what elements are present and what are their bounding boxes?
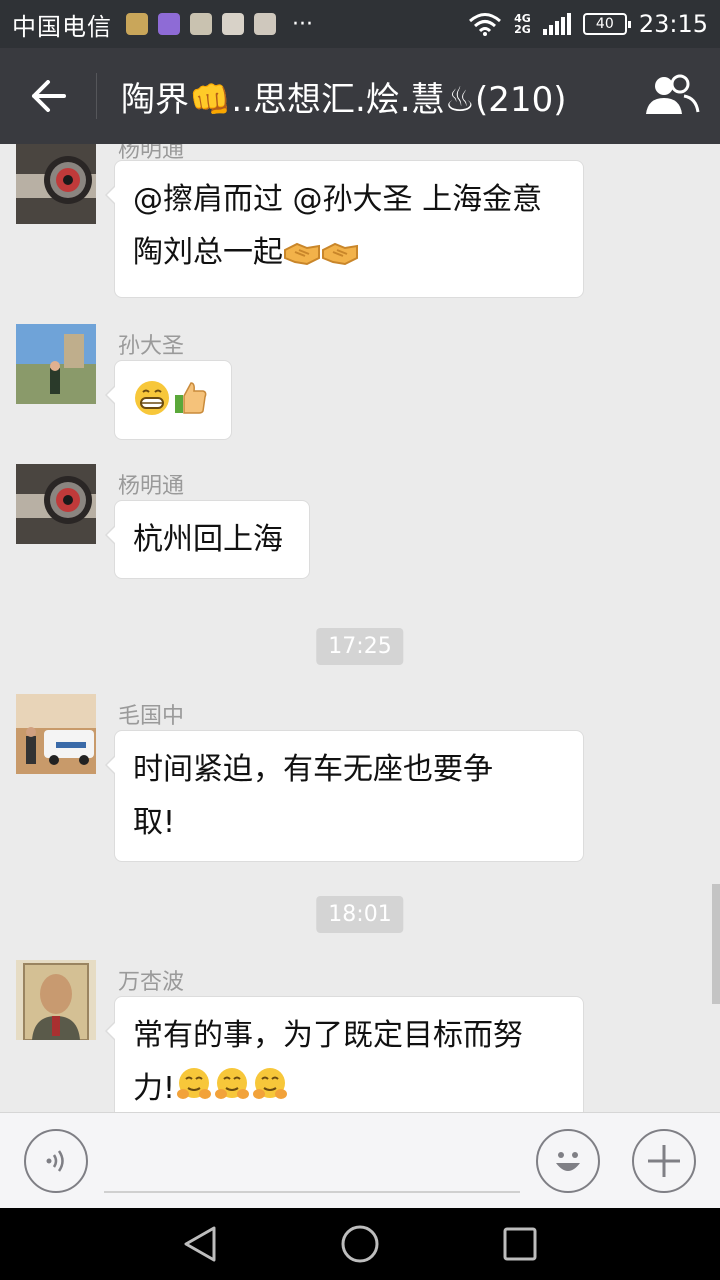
- circle-home-icon: [341, 1225, 379, 1263]
- car-avatar-image: [16, 694, 96, 774]
- watch-avatar-image: [16, 144, 96, 224]
- message-text: 陶刘总一起: [133, 235, 283, 270]
- battery-level: 40: [595, 16, 614, 32]
- more-notifications-icon: ···: [292, 11, 313, 37]
- timestamp-divider: 18:01: [316, 896, 404, 933]
- hug-emoji-icon: [175, 1066, 213, 1112]
- message-bubble[interactable]: 常有的事，为了既定目标而努 力!: [105, 996, 584, 1112]
- group-members-icon: [646, 74, 700, 114]
- avatar[interactable]: [16, 324, 96, 404]
- status-bar: 中国电信 ··· 4G 2G 40 23:15: [0, 0, 720, 48]
- message-text: 时间紧迫，有车无座也要争: [133, 752, 493, 787]
- voice-icon: [46, 1150, 64, 1172]
- message-text: 杭州回上海: [133, 522, 283, 557]
- sender-name: 万杏波: [118, 970, 185, 995]
- message-text: 力!: [133, 1071, 176, 1106]
- message-bubble[interactable]: [105, 360, 232, 440]
- huawei-notification-icon: [190, 13, 212, 35]
- avatar[interactable]: [16, 464, 96, 544]
- group-chat-title: 陶界👊..思想汇.烩.慧♨(210): [121, 79, 567, 120]
- system-navigation-bar: [0, 1208, 720, 1280]
- message-text: 取!: [133, 805, 176, 840]
- nav-home-button[interactable]: [340, 1224, 380, 1264]
- message-text: 常有的事，为了既定目标而努: [133, 1018, 523, 1053]
- chat-header: 陶界👊..思想汇.烩.慧♨(210): [0, 48, 720, 144]
- wifi-icon: [469, 13, 502, 36]
- nav-recent-button[interactable]: [500, 1224, 540, 1264]
- camera-notification-icon: [254, 13, 276, 35]
- avatar[interactable]: [16, 144, 96, 224]
- sender-name: 杨明通: [118, 474, 185, 499]
- more-functions-button[interactable]: [632, 1129, 696, 1193]
- hug-emoji-icon: [251, 1066, 289, 1112]
- nav-back-button[interactable]: [180, 1224, 220, 1264]
- network-type: 4G 2G: [514, 12, 531, 36]
- message-bubble[interactable]: 时间紧迫，有车无座也要争 取!: [105, 730, 584, 862]
- group-members-button[interactable]: [624, 48, 720, 144]
- gallery-notification-icon: [158, 13, 180, 35]
- square-recent-icon: [503, 1227, 537, 1261]
- hug-emoji-icon: [213, 1066, 251, 1112]
- app-notification-icon: [126, 13, 148, 35]
- grin-emoji-icon: [133, 379, 171, 434]
- signal-icon: [542, 13, 571, 35]
- back-button[interactable]: [0, 48, 96, 144]
- outdoor-avatar-image: [16, 324, 96, 404]
- status-time: 23:15: [638, 10, 708, 38]
- portrait-avatar-image: [16, 960, 96, 1040]
- battery-icon: 40: [582, 13, 631, 35]
- notification-icons: ···: [126, 12, 313, 37]
- watch-avatar-image: [16, 464, 96, 544]
- message-text-input[interactable]: [104, 1135, 520, 1193]
- avatar[interactable]: [16, 960, 96, 1040]
- carrier-name: 中国电信: [12, 12, 112, 41]
- message-input-bar: [0, 1112, 720, 1208]
- thumbs-up-emoji-icon: [171, 379, 209, 434]
- handshake-emoji-icon: [321, 232, 359, 285]
- emoji-face-icon: [556, 1152, 580, 1171]
- triangle-back-icon: [184, 1226, 216, 1262]
- plus-icon: [648, 1145, 680, 1177]
- map-notification-icon: [222, 13, 244, 35]
- back-arrow-icon: [32, 80, 66, 112]
- avatar[interactable]: [16, 694, 96, 774]
- handshake-emoji-icon: [283, 232, 321, 285]
- message-bubble[interactable]: 杭州回上海: [105, 500, 310, 579]
- timestamp-divider: 17:25: [316, 628, 404, 665]
- voice-input-button[interactable]: [24, 1129, 88, 1193]
- chat-message-list[interactable]: 杨明通 @擦肩而过 @孙大圣 上海金意 陶刘总一起 孙大圣 杨明通 杭州回上海 …: [0, 144, 720, 1112]
- header-divider: [96, 73, 97, 119]
- sender-name: 毛国中: [118, 704, 185, 729]
- message-bubble[interactable]: @擦肩而过 @孙大圣 上海金意 陶刘总一起: [105, 160, 584, 298]
- chat-scrollbar[interactable]: [712, 884, 720, 1004]
- emoji-button[interactable]: [536, 1129, 600, 1193]
- sender-name: 孙大圣: [118, 334, 185, 359]
- message-text: @擦肩而过 @孙大圣 上海金意: [133, 182, 543, 217]
